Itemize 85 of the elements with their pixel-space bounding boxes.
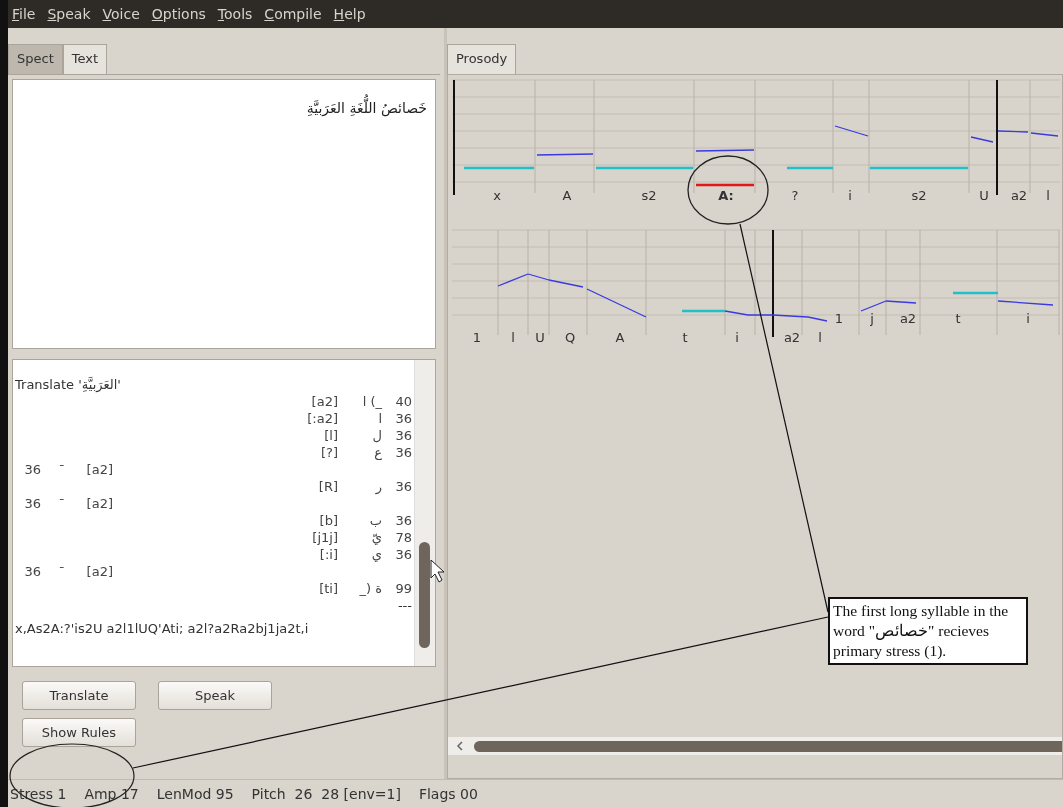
phoneme-label: l [1046, 188, 1050, 203]
phoneme-label: j [870, 311, 874, 326]
log-line: Translate 'العَرَبيَّةِ' [15, 376, 122, 393]
phoneme-label: l [511, 330, 515, 345]
log-letters: ع [373, 444, 382, 461]
log-score: 36 [23, 563, 41, 580]
log-score: 78 [394, 529, 412, 546]
menu-item[interactable]: Help [333, 6, 366, 22]
phoneme-label: a2 [1010, 188, 1028, 203]
log-letters: ل [371, 427, 382, 444]
log-letters: ب [368, 512, 382, 529]
log-letters: ر [374, 478, 382, 495]
log-phoneme: [j1j] [311, 529, 338, 546]
scrollbar[interactable] [448, 737, 1062, 755]
log-score: 36 [394, 427, 412, 444]
phoneme-label: a2 [899, 311, 917, 326]
log-phoneme: [a2] [85, 495, 113, 512]
log-letters: _) ة [358, 580, 382, 597]
menu-item[interactable]: Options [151, 6, 206, 22]
log-score: 36 [23, 461, 41, 478]
status-item: Flags 00 [418, 785, 478, 802]
phoneme-label: A: [718, 188, 734, 203]
phoneme-label: U [535, 330, 545, 345]
log-score: 40 [394, 393, 412, 410]
log-letters: ا (_ [361, 393, 382, 410]
log-score: 36 [394, 444, 412, 461]
tab[interactable]: Prosody [447, 44, 517, 74]
log-score: 36 [23, 495, 41, 512]
log-phoneme: [b] [318, 512, 338, 529]
tab[interactable]: Text [62, 44, 108, 74]
log-letters: ي [370, 546, 382, 563]
phoneme-label: t [955, 311, 961, 326]
log-phoneme: [a2] [85, 461, 113, 478]
status-item: Pitch 26 28 [env=1] [251, 785, 401, 802]
phoneme-label: 1 [472, 330, 482, 345]
text-input[interactable]: خَصائصُ اللُّغَةِ العَرَبيَّةِ [12, 79, 436, 349]
log-phoneme: [l] [323, 427, 338, 444]
phoneme-label: a2 [783, 330, 801, 345]
phoneme-label: s2 [641, 188, 657, 203]
phoneme-result: x,As2A:?'is2U a2l1lUQ'Ati; a2l?a2Ra2bj1ja2t,i [15, 620, 310, 637]
phoneme-label: i [1026, 311, 1030, 326]
menu-item[interactable]: Compile [264, 6, 322, 22]
log-mark: ˉ [57, 461, 65, 478]
annotation-callout: The first long syllable in the word "خصائص" recieves primary stress (1). [828, 597, 1028, 665]
phoneme-label: U [979, 188, 989, 203]
menu-item[interactable]: Tools [217, 6, 253, 22]
menu-item[interactable]: Speak [47, 6, 91, 22]
log-score: 36 [394, 546, 412, 563]
status-item: Amp 17 [84, 785, 139, 802]
log-phoneme: [:i] [318, 546, 338, 563]
tab[interactable]: Spect [8, 44, 63, 74]
menu-item[interactable]: Voice [102, 6, 140, 22]
log-score: 36 [394, 410, 412, 427]
log-letters: يّ [370, 529, 382, 546]
scrollbar[interactable] [414, 360, 435, 666]
log-mark: ˉ [57, 563, 65, 580]
log-mark: ˉ [57, 495, 65, 512]
phoneme-label: 1 [834, 311, 844, 326]
log-score: 99 [394, 580, 412, 597]
rules-button[interactable]: Show Rules [22, 718, 136, 747]
log-phoneme: [a2] [310, 393, 338, 410]
menu-item[interactable]: File [12, 6, 36, 22]
log-phoneme: [:a2] [306, 410, 338, 427]
phoneme-label: Q [564, 330, 576, 345]
phoneme-label: ? [791, 188, 799, 203]
log-phoneme: [ti] [318, 580, 338, 597]
phoneme-label: t [682, 330, 688, 345]
action-button[interactable]: Translate [22, 681, 136, 710]
log-score: 36 [394, 478, 412, 495]
phoneme-label: s2 [911, 188, 927, 203]
log-score: 36 [394, 512, 412, 529]
phoneme-label: A [615, 330, 625, 345]
phoneme-label: A [562, 188, 572, 203]
phoneme-label: i [735, 330, 739, 345]
phoneme-label: l [818, 330, 822, 345]
log-phoneme: [R] [317, 478, 338, 495]
log-separator: --- [397, 597, 412, 614]
status-item: LenMod 95 [156, 785, 234, 802]
log-letters: ا [377, 410, 382, 427]
stress-line [696, 183, 754, 187]
log-phoneme: [?] [319, 444, 338, 461]
action-button[interactable]: Speak [158, 681, 272, 710]
phoneme-label: x [493, 188, 501, 203]
log-phoneme: [a2] [85, 563, 113, 580]
phoneme-label: i [848, 188, 852, 203]
